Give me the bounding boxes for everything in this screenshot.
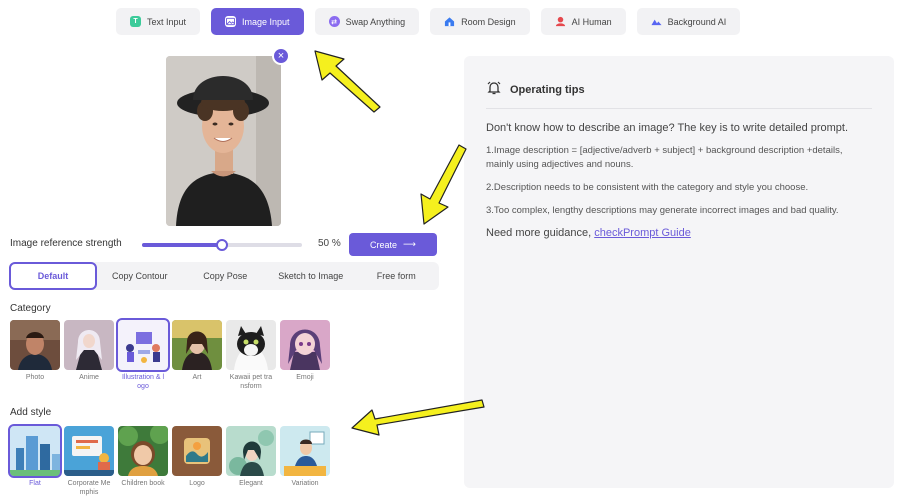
uploaded-image-preview	[166, 56, 281, 226]
image-icon	[225, 16, 237, 27]
tips-body: Don't know how to describe an image? The…	[486, 120, 866, 239]
style-label: Variation	[291, 480, 319, 487]
reference-mode-tabs: Default Copy Contour Copy Pose Sketch to…	[9, 262, 439, 290]
tab-background-ai[interactable]: Background AI	[636, 8, 741, 35]
tip-item: 1.Image description = [adjective/adverb …	[486, 145, 843, 170]
style-thumbnail	[280, 426, 330, 476]
add-style-title: Add style	[10, 407, 52, 418]
category-thumbnail	[64, 320, 114, 370]
tips-header: Operating tips	[486, 80, 585, 99]
style-label: Elegant	[239, 480, 263, 487]
house-icon	[444, 16, 455, 27]
style-thumbnail	[64, 426, 114, 476]
operating-tips-panel: Operating tips Don't know how to describ…	[464, 56, 894, 488]
mode-copy-pose[interactable]: Copy Pose	[183, 262, 269, 290]
person-icon	[555, 16, 566, 27]
category-label: Illustration & l ogo	[121, 374, 165, 390]
category-list: Photo Anime Illustration & l ogo Art Kaw…	[10, 318, 330, 391]
category-item-photo[interactable]: Photo	[10, 320, 60, 391]
style-thumbnail	[226, 426, 276, 476]
style-item-logo[interactable]: Logo	[172, 426, 222, 497]
category-thumbnail	[226, 320, 276, 370]
tab-ai-human[interactable]: AI Human	[540, 8, 626, 35]
style-item-elegant[interactable]: Elegant	[226, 426, 276, 497]
text-icon: T	[130, 16, 141, 27]
slider-handle[interactable]	[216, 239, 228, 251]
style-label: Logo	[189, 480, 205, 487]
divider	[486, 108, 872, 109]
category-item-kawaii-pet[interactable]: Kawaii pet tra nsform	[226, 320, 276, 391]
mode-free-form[interactable]: Free form	[354, 262, 440, 290]
close-icon: ×	[277, 50, 285, 62]
strength-value: 50 %	[318, 238, 341, 249]
strength-slider[interactable]	[142, 239, 302, 251]
portrait-image	[166, 56, 281, 226]
create-button[interactable]: Create ⟶	[349, 233, 437, 256]
mode-tab-bar: T Text Input Image Input ⇄ Swap Anything…	[116, 8, 741, 35]
mode-default[interactable]: Default	[9, 262, 97, 290]
tips-title: Operating tips	[510, 83, 585, 96]
category-label: Art	[192, 374, 202, 381]
category-label: Kawaii pet tra nsform	[229, 374, 273, 390]
guidance-line: Need more guidance, checkPrompt Guide	[486, 227, 866, 239]
arrow-right-icon: ⟶	[403, 239, 416, 249]
create-label: Create	[370, 239, 398, 250]
tab-label: Text Input	[147, 16, 187, 27]
page: T Text Input Image Input ⇄ Swap Anything…	[0, 0, 900, 499]
category-title: Category	[10, 303, 51, 314]
style-label: Corporate Me mphis	[67, 480, 111, 496]
swap-icon: ⇄	[328, 16, 340, 27]
category-thumbnail	[172, 320, 222, 370]
annotation-arrow	[314, 50, 381, 113]
tab-label: AI Human	[571, 16, 612, 27]
tab-room-design[interactable]: Room Design	[430, 8, 530, 35]
category-item-emoji[interactable]: Emoji	[280, 320, 330, 391]
category-item-art[interactable]: Art	[172, 320, 222, 391]
tab-label: Room Design	[461, 16, 516, 27]
alarm-bell-icon	[486, 80, 502, 99]
tab-image-input[interactable]: Image Input	[211, 8, 304, 35]
tip-item: 2.Description needs to be consistent wit…	[486, 182, 809, 193]
category-thumbnail	[280, 320, 330, 370]
landscape-icon	[651, 16, 662, 27]
tip-item: 3.Too complex, lengthy descriptions may …	[486, 205, 839, 216]
style-thumbnail	[8, 424, 62, 478]
tab-swap-anything[interactable]: ⇄ Swap Anything	[314, 8, 420, 35]
mode-copy-contour[interactable]: Copy Contour	[97, 262, 183, 290]
category-item-anime[interactable]: Anime	[64, 320, 114, 391]
style-thumbnail	[172, 426, 222, 476]
mode-sketch-to-image[interactable]: Sketch to Image	[268, 262, 354, 290]
prompt-guide-link[interactable]: checkPrompt Guide	[594, 227, 691, 239]
style-item-variation[interactable]: Variation	[280, 426, 330, 497]
style-item-corporate-memphis[interactable]: Corporate Me mphis	[64, 426, 114, 497]
category-label: Anime	[79, 374, 99, 381]
category-thumbnail	[116, 318, 170, 372]
tab-label: Swap Anything	[345, 16, 406, 27]
style-label: Flat	[29, 480, 41, 487]
category-label: Photo	[25, 374, 45, 381]
style-item-flat[interactable]: Flat	[8, 424, 62, 497]
slider-fill	[142, 243, 222, 247]
tab-text-input[interactable]: T Text Input	[116, 8, 201, 35]
guidance-text: Need more guidance,	[486, 227, 595, 239]
strength-label: Image reference strength	[10, 238, 122, 249]
category-thumbnail	[10, 320, 60, 370]
tab-label: Background AI	[667, 16, 727, 27]
style-list: Flat Corporate Me mphis Children book Lo…	[8, 424, 330, 497]
category-item-illustration-logo[interactable]: Illustration & l ogo	[116, 318, 170, 391]
style-thumbnail	[118, 426, 168, 476]
remove-image-button[interactable]: ×	[272, 47, 290, 65]
annotation-arrow	[420, 144, 467, 225]
tips-intro: Don't know how to describe an image? The…	[486, 122, 849, 134]
category-label: Emoji	[296, 374, 314, 381]
style-item-children-book[interactable]: Children book	[118, 426, 168, 497]
tab-label: Image Input	[242, 16, 290, 27]
style-label: Children book	[121, 480, 165, 487]
